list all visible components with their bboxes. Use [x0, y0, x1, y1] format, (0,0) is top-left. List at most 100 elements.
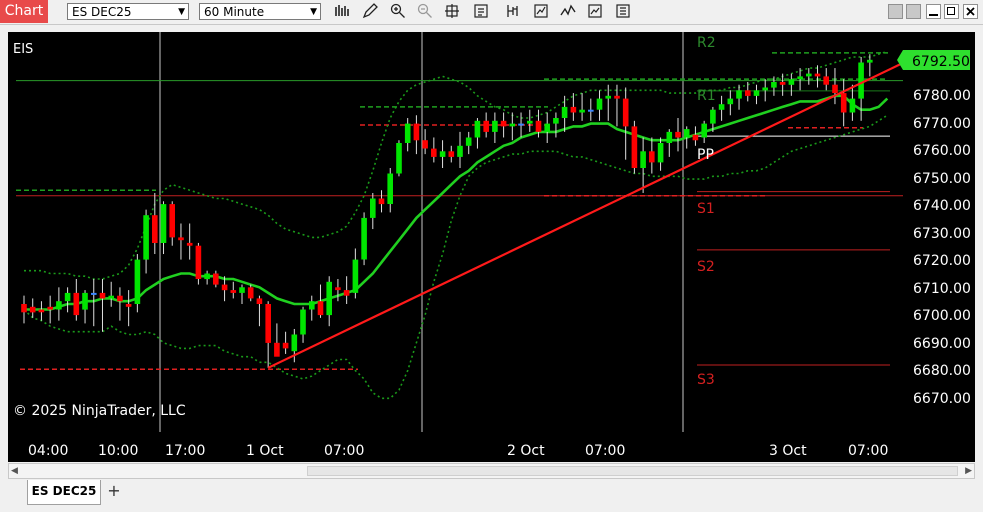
candle-body [727, 98, 734, 105]
candle-body [596, 98, 603, 110]
candle-body [64, 292, 71, 302]
x-tick-label: 04:00 [28, 443, 68, 459]
close-icon[interactable] [963, 4, 978, 19]
candle-body [814, 73, 821, 77]
x-tick-label: 07:00 [848, 443, 888, 459]
candle-body [431, 148, 437, 157]
candle-body [605, 95, 611, 99]
pencil-icon[interactable] [361, 3, 379, 21]
candle-body [649, 151, 655, 163]
candle-body [779, 82, 786, 85]
strategies-icon[interactable] [532, 3, 550, 21]
candle-body [588, 109, 594, 112]
copyright-text: © 2025 NinjaTrader, LLC [13, 403, 186, 419]
window-minimize-button[interactable] [906, 4, 921, 19]
y-tick-label: 6770.00 [913, 116, 971, 132]
candle-body [614, 95, 620, 99]
chevron-down-icon: ▼ [178, 7, 185, 17]
candle-body [326, 281, 332, 316]
candle-body [186, 242, 193, 246]
candle-body [361, 217, 367, 260]
tab-es-dec25[interactable]: ES DEC25 [27, 480, 101, 505]
y-tick-label: 6720.00 [913, 253, 971, 269]
candle-body [108, 295, 114, 299]
y-tick-label: 6730.00 [913, 226, 971, 242]
candle-body [387, 173, 393, 204]
x-tick-label: 07:00 [585, 443, 625, 459]
data-box-icon[interactable] [504, 3, 522, 21]
candle-body [474, 120, 481, 138]
crosshair-icon[interactable] [443, 3, 461, 21]
candle-body [143, 215, 149, 260]
candle-body [483, 120, 489, 132]
y-tick-label: 6760.00 [913, 143, 971, 159]
maximize-icon[interactable] [944, 4, 959, 19]
candle-body [701, 123, 707, 138]
properties-icon[interactable] [472, 3, 490, 21]
candle-body [300, 309, 306, 335]
pivot-label-s1: S1 [697, 201, 715, 217]
candle-body [99, 292, 106, 299]
pivot-label-pp: PP [697, 147, 714, 163]
interval-selector[interactable]: 60 Minute ▼ [199, 3, 321, 20]
add-tab-icon[interactable]: + [104, 482, 124, 502]
candle-body [413, 123, 420, 141]
y-tick-label: 6700.00 [913, 308, 971, 324]
candle-body [788, 79, 795, 85]
zoom-out-icon[interactable] [416, 3, 434, 21]
candle-body [500, 120, 507, 127]
zoom-in-icon[interactable] [389, 3, 407, 21]
candle-body [125, 304, 132, 307]
y-tick-label: 6690.00 [913, 336, 971, 352]
candle-body [622, 98, 629, 127]
candle-body [195, 245, 202, 279]
chart-scrollbar[interactable]: ◀ ▶ [8, 463, 975, 479]
candle-body [213, 273, 219, 285]
candle-body [457, 145, 463, 157]
candle-body [736, 90, 742, 99]
x-tick-label: 10:00 [98, 443, 138, 459]
candle-body [439, 151, 446, 157]
pivot-label-r2: R2 [697, 35, 716, 51]
chart-symbol-label: EIS [13, 42, 33, 57]
candle-body [343, 290, 350, 296]
templates-icon[interactable] [586, 3, 604, 21]
instrument-selector[interactable]: ES DEC25 ▼ [67, 3, 189, 20]
candle-body [692, 134, 699, 141]
candle-body [221, 284, 228, 291]
candle-body [352, 259, 359, 293]
x-tick-label: 07:00 [324, 443, 364, 459]
candle-body [265, 304, 271, 343]
candle-body [21, 304, 27, 313]
indicators-icon[interactable] [559, 3, 577, 21]
candle-body [230, 290, 237, 293]
candle-body [370, 198, 376, 218]
candle-body [169, 204, 175, 238]
candle-body [657, 143, 664, 163]
minimize-icon[interactable] [926, 4, 941, 19]
candle-body [840, 93, 847, 113]
candle-body [544, 123, 550, 132]
window-options-button[interactable] [888, 4, 903, 19]
candle-body [47, 306, 53, 310]
chart-canvas[interactable]: EIS © 2025 NinjaTrader, LLC R2 R1 PP S1 … [8, 32, 975, 462]
candle-body [134, 259, 141, 304]
candle-body [666, 131, 673, 143]
candle-body [797, 76, 803, 80]
scroll-right-icon[interactable]: ▶ [965, 464, 972, 478]
candle-body [82, 292, 88, 310]
scrollbar-thumb[interactable] [307, 466, 958, 476]
candle-body [152, 215, 158, 243]
candle-body [518, 123, 524, 126]
candle-body [239, 287, 245, 293]
candle-body [535, 120, 542, 132]
candle-body [274, 342, 280, 357]
bars-icon[interactable] [333, 3, 351, 21]
candle-body [247, 287, 254, 299]
candle-body [553, 118, 559, 124]
scroll-left-icon[interactable]: ◀ [11, 464, 18, 478]
candle-body [867, 59, 873, 63]
share-icon[interactable] [614, 3, 632, 21]
chart-toolbar: Chart ES DEC25 ▼ 60 Minute ▼ [0, 0, 983, 25]
price-chart[interactable]: EIS © 2025 NinjaTrader, LLC R2 R1 PP S1 … [8, 32, 975, 462]
